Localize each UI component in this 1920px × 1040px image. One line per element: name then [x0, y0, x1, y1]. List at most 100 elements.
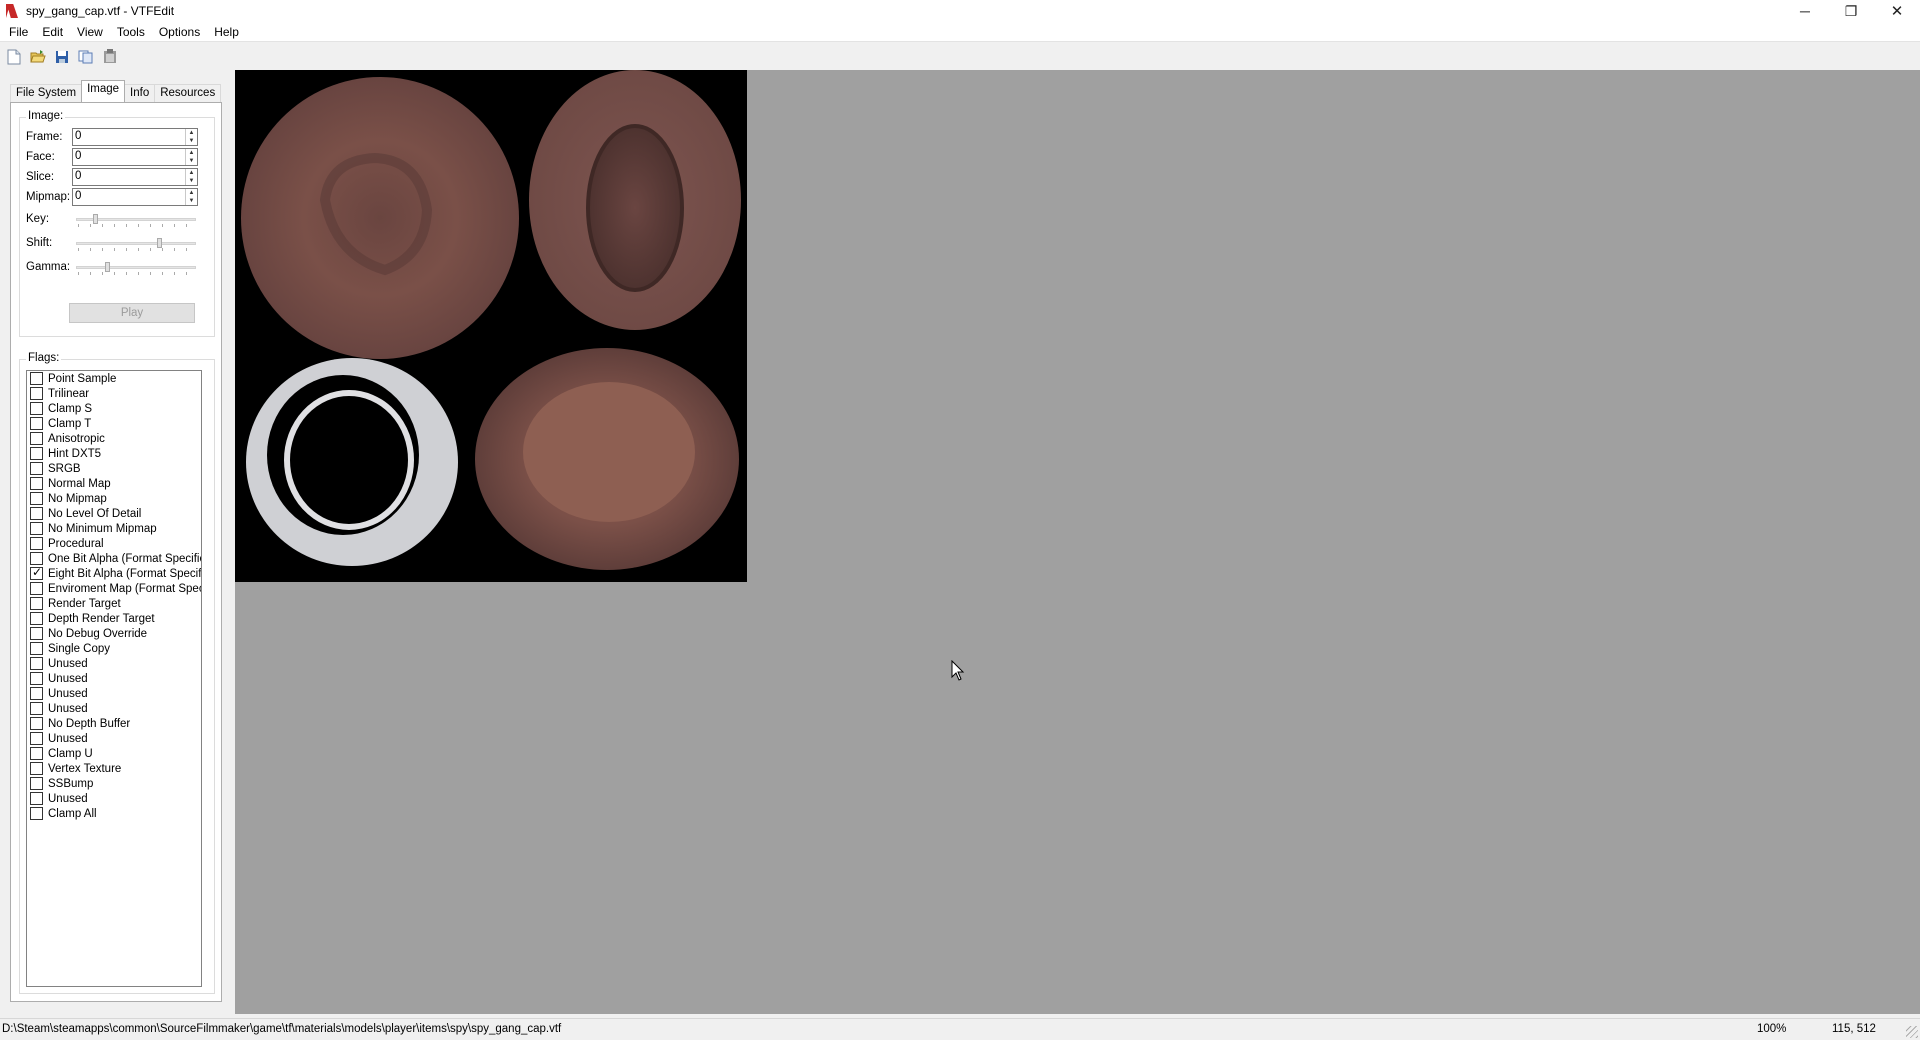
slice-stepper-arrows[interactable]: ▲ ▼: [185, 169, 197, 185]
flag-item[interactable]: No Depth Buffer: [27, 716, 201, 731]
flag-checkbox[interactable]: [30, 792, 43, 805]
flag-item[interactable]: Depth Render Target: [27, 611, 201, 626]
flag-checkbox[interactable]: [30, 432, 43, 445]
flag-item[interactable]: Render Target: [27, 596, 201, 611]
flags-checklist[interactable]: Point Sample Trilinear Clamp S Clamp T Aniso…: [26, 370, 202, 987]
flag-item[interactable]: Anisotropic: [27, 431, 201, 446]
flag-checkbox[interactable]: [30, 597, 43, 610]
flag-item[interactable]: No Debug Override: [27, 626, 201, 641]
face-stepper[interactable]: 0 ▲ ▼: [72, 148, 198, 166]
flag-item[interactable]: Normal Map: [27, 476, 201, 491]
frame-stepper-arrows[interactable]: ▲ ▼: [185, 129, 197, 145]
flag-item[interactable]: Point Sample: [27, 371, 201, 386]
flag-item[interactable]: One Bit Alpha (Format Specific): [27, 551, 201, 566]
tab-info[interactable]: Info: [124, 84, 156, 102]
down-arrow-icon[interactable]: ▼: [186, 137, 197, 145]
flag-checkbox[interactable]: [30, 732, 43, 745]
flag-checkbox[interactable]: [30, 417, 43, 430]
up-arrow-icon[interactable]: ▲: [186, 169, 197, 177]
up-arrow-icon[interactable]: ▲: [186, 149, 197, 157]
resize-grip-icon[interactable]: [1906, 1026, 1918, 1038]
menu-view[interactable]: View: [70, 22, 110, 42]
down-arrow-icon[interactable]: ▼: [186, 197, 197, 205]
flag-checkbox[interactable]: [30, 477, 43, 490]
flag-checkbox[interactable]: [30, 462, 43, 475]
flag-checkbox[interactable]: [30, 372, 43, 385]
flag-item[interactable]: No Mipmap: [27, 491, 201, 506]
flag-checkbox[interactable]: [30, 627, 43, 640]
flag-item[interactable]: SSBump: [27, 776, 201, 791]
menu-help[interactable]: Help: [207, 22, 246, 42]
flag-checkbox[interactable]: [30, 657, 43, 670]
up-arrow-icon[interactable]: ▲: [186, 189, 197, 197]
restore-button[interactable]: ❐: [1828, 0, 1874, 22]
flag-item[interactable]: Procedural: [27, 536, 201, 551]
face-stepper-arrows[interactable]: ▲ ▼: [185, 149, 197, 165]
flag-item[interactable]: Unused: [27, 701, 201, 716]
minimize-button[interactable]: ─: [1782, 0, 1828, 22]
tab-resources[interactable]: Resources: [154, 84, 222, 102]
down-arrow-icon[interactable]: ▼: [186, 177, 197, 185]
menu-tools[interactable]: Tools: [110, 22, 152, 42]
flag-checkbox[interactable]: [30, 537, 43, 550]
close-button[interactable]: ✕: [1874, 0, 1920, 22]
flag-item[interactable]: Clamp All: [27, 806, 201, 821]
key-slider[interactable]: [76, 214, 196, 227]
gamma-slider-thumb[interactable]: [105, 262, 110, 272]
gamma-slider[interactable]: [76, 262, 196, 275]
flag-checkbox[interactable]: [30, 762, 43, 775]
flag-checkbox[interactable]: [30, 447, 43, 460]
flag-item[interactable]: Hint DXT5: [27, 446, 201, 461]
tab-file-system[interactable]: File System: [10, 84, 83, 102]
flag-item[interactable]: Eight Bit Alpha (Format Specific): [27, 565, 201, 581]
flag-checkbox[interactable]: [30, 717, 43, 730]
flag-item[interactable]: Clamp S: [27, 401, 201, 416]
flag-item[interactable]: Trilinear: [27, 386, 201, 401]
flag-item[interactable]: Vertex Texture: [27, 761, 201, 776]
shift-slider[interactable]: [76, 238, 196, 251]
flag-item[interactable]: Unused: [27, 686, 201, 701]
mipmap-stepper-arrows[interactable]: ▲ ▼: [185, 189, 197, 205]
flag-checkbox[interactable]: [30, 522, 43, 535]
flag-item[interactable]: Unused: [27, 791, 201, 806]
up-arrow-icon[interactable]: ▲: [186, 129, 197, 137]
flag-checkbox[interactable]: [30, 612, 43, 625]
menu-file[interactable]: File: [2, 22, 35, 42]
flag-checkbox[interactable]: [30, 565, 43, 580]
flag-checkbox[interactable]: [30, 387, 43, 400]
frame-stepper[interactable]: 0 ▲ ▼: [72, 128, 198, 146]
tab-image[interactable]: Image: [81, 80, 126, 102]
flag-item[interactable]: Single Copy: [27, 641, 201, 656]
flag-checkbox[interactable]: [30, 687, 43, 700]
flag-checkbox[interactable]: [30, 747, 43, 760]
copy-button[interactable]: [76, 47, 96, 67]
flag-item[interactable]: No Level Of Detail: [27, 506, 201, 521]
flag-checkbox[interactable]: [30, 492, 43, 505]
shift-slider-thumb[interactable]: [157, 238, 162, 248]
flag-checkbox[interactable]: [30, 507, 43, 520]
flag-item[interactable]: Unused: [27, 656, 201, 671]
save-button[interactable]: [52, 47, 72, 67]
flag-item[interactable]: No Minimum Mipmap: [27, 521, 201, 536]
open-button[interactable]: [28, 47, 48, 67]
texture-viewport[interactable]: [235, 70, 1920, 1014]
mipmap-stepper[interactable]: 0 ▲ ▼: [72, 188, 198, 206]
flag-item[interactable]: Clamp U: [27, 746, 201, 761]
slice-stepper[interactable]: 0 ▲ ▼: [72, 168, 198, 186]
flag-checkbox[interactable]: [30, 702, 43, 715]
flag-checkbox[interactable]: [30, 672, 43, 685]
play-button[interactable]: Play: [69, 303, 195, 323]
flag-item[interactable]: Enviroment Map (Format Specific): [27, 581, 201, 596]
flag-checkbox[interactable]: [30, 642, 43, 655]
flag-checkbox[interactable]: [30, 777, 43, 790]
paste-button[interactable]: [100, 47, 120, 67]
flag-checkbox[interactable]: [30, 552, 43, 565]
flag-item[interactable]: Clamp T: [27, 416, 201, 431]
flag-item[interactable]: SRGB: [27, 461, 201, 476]
down-arrow-icon[interactable]: ▼: [186, 157, 197, 165]
flag-item[interactable]: Unused: [27, 731, 201, 746]
flag-checkbox[interactable]: [30, 402, 43, 415]
flag-checkbox[interactable]: [30, 582, 43, 595]
flag-item[interactable]: Unused: [27, 671, 201, 686]
flag-checkbox[interactable]: [30, 807, 43, 820]
